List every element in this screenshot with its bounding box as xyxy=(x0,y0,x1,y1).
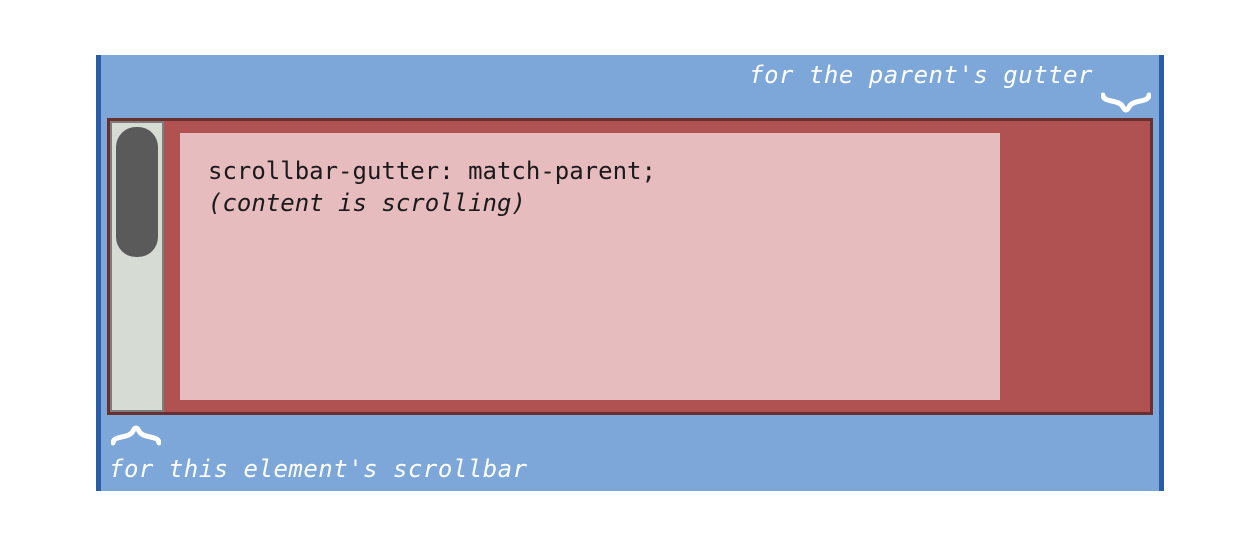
child-container: scrollbar-gutter: match-parent; (content… xyxy=(107,118,1153,415)
brace-down-icon xyxy=(1101,91,1151,119)
content-area: scrollbar-gutter: match-parent; (content… xyxy=(180,133,1000,400)
content-status-text: (content is scrolling) xyxy=(208,187,972,219)
scrollbar-track[interactable] xyxy=(110,121,164,412)
parent-container: for the parent's gutter scrollbar-gutter… xyxy=(96,55,1164,491)
parent-gutter-label: for the parent's gutter xyxy=(749,61,1093,89)
element-scrollbar-label: for this element's scrollbar xyxy=(109,455,528,483)
diagram-stage: for the parent's gutter scrollbar-gutter… xyxy=(96,55,1164,491)
css-property-text: scrollbar-gutter: match-parent; xyxy=(208,155,972,187)
brace-up-icon xyxy=(111,419,161,447)
scrollbar-thumb[interactable] xyxy=(116,127,158,257)
